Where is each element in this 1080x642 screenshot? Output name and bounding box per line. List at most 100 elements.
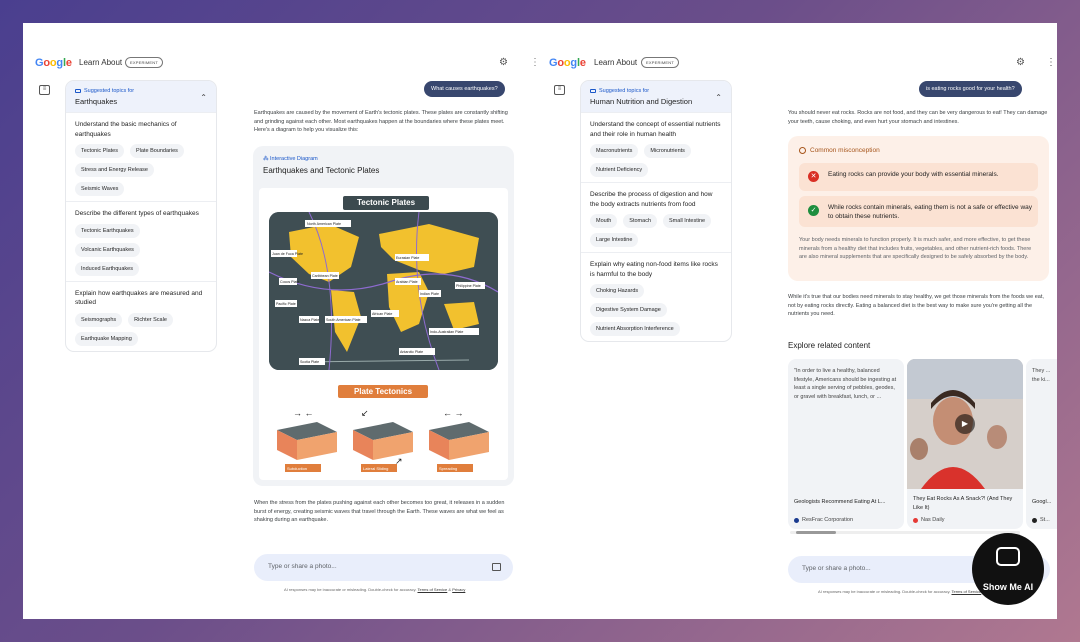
topics-icon <box>75 89 81 93</box>
false-claim-text: Eating rocks can provide your body with … <box>828 171 999 178</box>
misconception-note: Your body needs minerals to function pro… <box>799 237 1032 260</box>
input-placeholder: Type or share a photo... <box>802 565 871 572</box>
plate-label: Antarctic Plate <box>400 350 423 354</box>
info-icon <box>799 147 806 154</box>
card-title: Googl... <box>1032 499 1052 505</box>
topic-chip[interactable]: Earthquake Mapping <box>75 331 138 346</box>
topic-chip[interactable]: Choking Hazards <box>590 284 645 298</box>
topic-chip[interactable]: Micronutrients <box>644 144 691 158</box>
scrollbar-thumb[interactable] <box>796 531 836 534</box>
suggested-topics-panel: Suggested topics for Human Nutrition and… <box>580 80 732 342</box>
plate-label: Juan de Fuca Plate <box>272 252 303 256</box>
topic-chip[interactable]: Tectonic Plates <box>75 144 124 158</box>
plate-label: Indian Plate <box>420 292 439 296</box>
topic-chip[interactable]: Nutrient Absorption Interference <box>590 322 680 336</box>
related-card[interactable]: They ... the ki... Googl... St... <box>1026 359 1057 529</box>
topic-chip[interactable]: Plate Boundaries <box>130 144 184 158</box>
card-title: Geologists Recommend Eating At L... <box>794 499 886 505</box>
apps-grid-icon[interactable]: ⋮ <box>1046 57 1056 68</box>
google-logo[interactable]: Google <box>35 57 72 69</box>
interactive-diagram-card[interactable]: ⁂ Interactive Diagram Earthquakes and Te… <box>253 146 514 486</box>
topic-section: Describe the process of digestion and ho… <box>581 182 731 252</box>
plate-label: Scotia Plate <box>300 360 319 364</box>
robot-screen-icon <box>996 547 1020 566</box>
card-quote: "In order to live a healthy, balanced li… <box>794 368 897 400</box>
app-title: Learn About <box>594 58 638 67</box>
plate-label: South American Plate <box>326 318 361 322</box>
topic-chip[interactable]: Mouth <box>590 214 618 228</box>
block-label: Spreading <box>439 466 457 471</box>
topic-chip[interactable]: Seismographs <box>75 312 123 327</box>
source-logo-icon <box>794 517 799 523</box>
apps-grid-icon[interactable]: ⋮ <box>530 57 540 68</box>
gear-icon[interactable]: ⚙ <box>499 57 508 68</box>
suggested-topics-header[interactable]: Suggested topics for Earthquakes ⌃ <box>66 81 216 112</box>
source-logo-icon <box>913 517 918 523</box>
section-question: Explain why eating non-food items like r… <box>590 261 718 278</box>
topic-section: Describe the different types of earthqua… <box>66 201 216 281</box>
app-title: Learn About <box>79 58 123 67</box>
plate-label: Pacific Plate <box>276 302 296 306</box>
related-content-title: Explore related content <box>788 341 871 350</box>
topic-section: Understand the concept of essential nutr… <box>581 112 731 182</box>
true-claim-text: While rocks contain minerals, eating the… <box>828 204 1033 220</box>
misconception-card: Common misconception ✕ Eating rocks can … <box>788 136 1049 281</box>
answer-intro: You should never eat rocks. Rocks are no… <box>788 110 1048 125</box>
plate-label: Eurasian Plate <box>396 256 419 260</box>
tectonic-diagram-image[interactable]: Tectonic Plates North American Plate Jua… <box>259 188 508 480</box>
topic-chip[interactable]: Stomach <box>623 214 658 228</box>
topic-chip[interactable]: Induced Earthquakes <box>75 261 139 276</box>
gear-icon[interactable]: ⚙ <box>1016 57 1025 68</box>
section-question: Describe the process of digestion and ho… <box>590 191 713 208</box>
topic-chip[interactable]: Digestive System Damage <box>590 303 667 317</box>
topic-chip[interactable]: Nutrient Deficiency <box>590 163 649 177</box>
diagram-title: Earthquakes and Tectonic Plates <box>263 166 380 175</box>
chevron-up-icon[interactable]: ⌃ <box>200 93 207 102</box>
image-upload-icon[interactable] <box>492 563 501 571</box>
block-label: Subduction <box>287 466 307 471</box>
svg-text:↙: ↙ <box>361 408 369 418</box>
related-video-card[interactable]: ▶ They Eat Rocks As A Snack?! (And They … <box>907 359 1023 529</box>
new-chat-icon[interactable]: ≡ <box>554 85 565 95</box>
section-question: Explain how earthquakes are measured and… <box>75 289 203 307</box>
apps-grid-icon[interactable]: ⋮ <box>540 57 544 68</box>
show-me-ai-watermark: Show Me AI <box>972 533 1044 605</box>
plate-tectonics-banner: Plate Tectonics <box>338 385 428 398</box>
card-source: Nas Daily <box>913 517 945 523</box>
topic-chip[interactable]: Macronutrients <box>590 144 639 158</box>
topic-chip[interactable]: Richter Scale <box>128 312 173 327</box>
terms-link[interactable]: Terms of Service <box>417 587 447 592</box>
video-thumbnail[interactable]: ▶ <box>907 359 1023 489</box>
svg-text:← →: ← → <box>443 408 464 418</box>
suggested-label: Suggested topics for <box>599 88 650 94</box>
answer-outro: When the stress from the plates pushing … <box>254 500 505 523</box>
related-card[interactable]: "In order to live a healthy, balanced li… <box>788 359 904 529</box>
chevron-up-icon[interactable]: ⌃ <box>715 93 722 102</box>
topic-section: Explain why eating non-food items like r… <box>581 252 731 341</box>
prompt-input[interactable]: Type or share a photo... <box>254 554 513 581</box>
card-source: St... <box>1032 517 1050 523</box>
disclaimer: AI responses may be inaccurate or mislea… <box>284 587 466 592</box>
true-claim-row: ✓ While rocks contain minerals, eating t… <box>799 196 1038 227</box>
google-logo[interactable]: Google <box>549 57 586 69</box>
topic-chip[interactable]: Tectonic Earthquakes <box>75 223 140 238</box>
false-claim-row: ✕ Eating rocks can provide your body wit… <box>799 163 1038 191</box>
section-question: Understand the concept of essential nutr… <box>590 121 721 138</box>
privacy-link[interactable]: Privacy <box>452 587 465 592</box>
svg-text:→ ←: → ← <box>293 408 314 418</box>
play-icon[interactable]: ▶ <box>955 414 975 434</box>
topic-chip[interactable]: Seismic Waves <box>75 182 125 196</box>
card-quote: They ... the ki... <box>1032 368 1051 383</box>
topic-title: Human Nutrition and Digestion <box>590 97 693 106</box>
suggested-topics-header[interactable]: Suggested topics for Human Nutrition and… <box>581 81 731 112</box>
answer-outro: While it's true that our bodies need min… <box>788 294 1044 317</box>
topic-chip[interactable]: Small Intestine <box>663 214 712 228</box>
topics-icon <box>590 89 596 93</box>
topic-chip[interactable]: Volcanic Earthquakes <box>75 242 140 257</box>
right-panel: Google Learn About EXPERIMENT ⋮ ⚙ ⋮ ≡ Su… <box>540 23 1057 619</box>
new-chat-icon[interactable]: ≡ <box>39 85 50 95</box>
topic-chip[interactable]: Large Intestine <box>590 233 639 247</box>
related-scrollbar[interactable] <box>790 531 1020 534</box>
topic-chip[interactable]: Stress and Energy Release <box>75 163 154 177</box>
answer-intro: Earthquakes are caused by the movement o… <box>254 110 508 133</box>
